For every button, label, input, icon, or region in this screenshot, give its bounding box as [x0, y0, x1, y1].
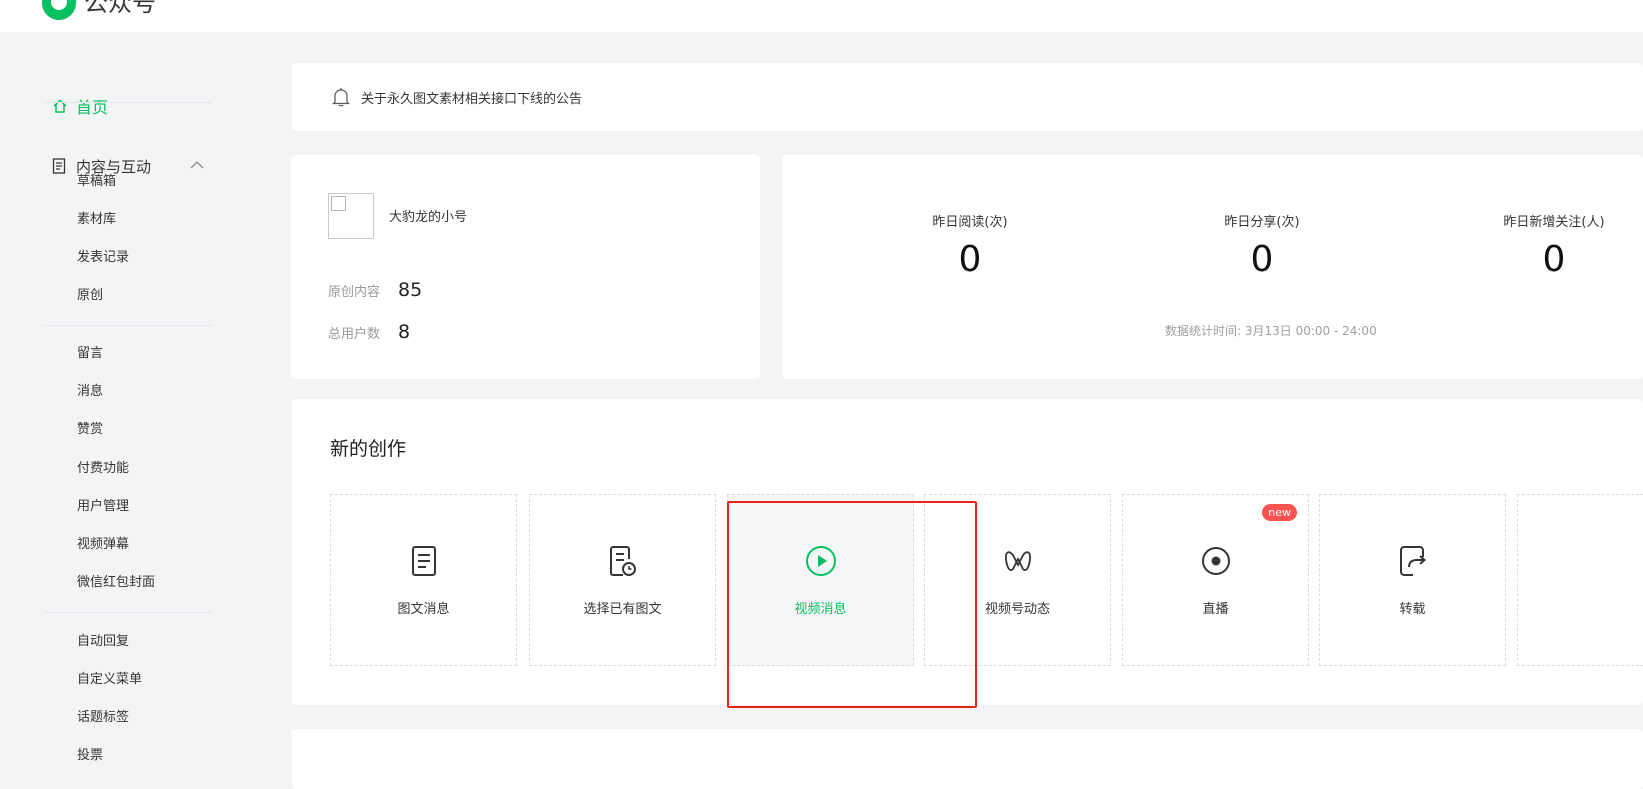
- repost-tile[interactable]: 转载: [1319, 494, 1506, 666]
- total-users-value[interactable]: 8: [398, 321, 410, 343]
- repost-icon: [1399, 546, 1426, 576]
- stat-value: 0: [1250, 239, 1274, 280]
- sidebar: 首页 内容与互动 草稿箱 素材库 发表记录 原创 留言 消息 赞赏 付费功能 用…: [0, 32, 265, 789]
- account-name[interactable]: 大豹龙的小号: [389, 206, 467, 225]
- new-creation-card: 新的创作 图文消息 选择已有图文 视频消息 视频号动态 new 直播 转载: [292, 399, 1643, 705]
- tile-label: 视频号动态: [984, 602, 1050, 617]
- sidebar-item-red-packet-cover[interactable]: 微信红包封面: [77, 574, 155, 592]
- channels-post-tile[interactable]: 视频号动态: [924, 494, 1111, 666]
- sidebar-home-label: 首页: [76, 98, 109, 117]
- sidebar-item-auto-reply[interactable]: 自动回复: [77, 633, 129, 651]
- avatar-placeholder-icon: [331, 196, 346, 211]
- sidebar-item-library[interactable]: 素材库: [77, 211, 116, 229]
- sidebar-divider: [43, 102, 212, 103]
- channels-icon: [1004, 551, 1031, 571]
- sidebar-item-home[interactable]: 首页: [52, 94, 108, 118]
- live-tile[interactable]: new 直播: [1122, 494, 1309, 666]
- create-video-message-tile[interactable]: 视频消息: [727, 494, 914, 666]
- stat-yesterday-shares: 昨日分享(次) 0: [1162, 211, 1362, 280]
- sidebar-item-vote[interactable]: 投票: [77, 747, 103, 765]
- existing-article-icon: [609, 546, 636, 576]
- original-content-value[interactable]: 85: [398, 279, 422, 301]
- sidebar-item-comments[interactable]: 留言: [77, 345, 103, 363]
- sidebar-divider: [43, 612, 212, 613]
- chevron-up-icon[interactable]: [190, 160, 204, 170]
- stat-label: 昨日阅读(次): [932, 215, 1008, 230]
- sidebar-item-rewards[interactable]: 赞赏: [77, 421, 103, 439]
- avatar[interactable]: [328, 193, 374, 239]
- sidebar-item-user-management[interactable]: 用户管理: [77, 498, 129, 516]
- tile-label: 直播: [1202, 602, 1229, 617]
- brand-name[interactable]: 公众号: [84, 0, 156, 20]
- sidebar-item-video-danmaku[interactable]: 视频弹幕: [77, 536, 129, 554]
- sidebar-item-messages[interactable]: 消息: [77, 383, 103, 401]
- stat-value: 0: [1542, 239, 1566, 280]
- stat-label: 昨日分享(次): [1224, 215, 1300, 230]
- live-icon: [1201, 547, 1230, 575]
- sidebar-item-publish-records[interactable]: 发表记录: [77, 249, 129, 267]
- tile-label: 视频消息: [794, 602, 847, 617]
- bottom-card: [292, 729, 1643, 789]
- original-content-label: 原创内容: [328, 284, 381, 300]
- home-icon: [53, 99, 67, 113]
- video-play-icon: [805, 546, 836, 576]
- stats-time-range: 数据统计时间: 3月13日 00:00 - 24:00: [1165, 324, 1377, 338]
- stat-label: 昨日新增关注(人): [1503, 215, 1605, 230]
- stat-value: 0: [958, 239, 982, 280]
- sidebar-item-paid-features[interactable]: 付费功能: [77, 460, 129, 478]
- tile-label: 选择已有图文: [583, 602, 662, 617]
- new-badge: new: [1262, 504, 1297, 521]
- notice-link[interactable]: 关于永久图文素材相关接口下线的公告: [361, 88, 582, 107]
- tile-label: 转载: [1399, 602, 1426, 617]
- document-icon: [52, 158, 66, 174]
- original-content-row: 原创内容 85: [328, 279, 422, 301]
- sidebar-group-content[interactable]: 内容与互动: [52, 154, 212, 178]
- sidebar-item-topic-tags[interactable]: 话题标签: [77, 709, 129, 727]
- article-icon: [411, 546, 436, 576]
- create-article-tile[interactable]: 图文消息: [330, 494, 517, 666]
- total-users-label: 总用户数: [328, 326, 381, 342]
- wechat-logo-icon[interactable]: [42, 0, 76, 20]
- more-tile[interactable]: [1517, 494, 1643, 666]
- sidebar-divider: [43, 325, 212, 326]
- notice-card: 关于永久图文素材相关接口下线的公告: [292, 63, 1643, 131]
- sidebar-item-drafts[interactable]: 草稿箱: [77, 173, 116, 191]
- stat-yesterday-new-followers: 昨日新增关注(人) 0: [1454, 211, 1643, 280]
- section-title: 新的创作: [330, 438, 407, 460]
- account-card: 大豹龙的小号 原创内容 85 总用户数 8: [291, 155, 760, 379]
- total-users-row: 总用户数 8: [328, 321, 410, 343]
- stats-card: 昨日阅读(次) 0 昨日分享(次) 0 昨日新增关注(人) 0 数据统计时间: …: [782, 155, 1643, 379]
- select-existing-article-tile[interactable]: 选择已有图文: [529, 494, 716, 666]
- tile-label: 图文消息: [397, 602, 450, 617]
- bell-icon: [332, 88, 350, 107]
- top-bar: 公众号: [0, 0, 1643, 32]
- sidebar-item-original[interactable]: 原创: [77, 287, 103, 305]
- stat-yesterday-reads: 昨日阅读(次) 0: [870, 211, 1070, 280]
- sidebar-item-custom-menu[interactable]: 自定义菜单: [77, 671, 142, 689]
